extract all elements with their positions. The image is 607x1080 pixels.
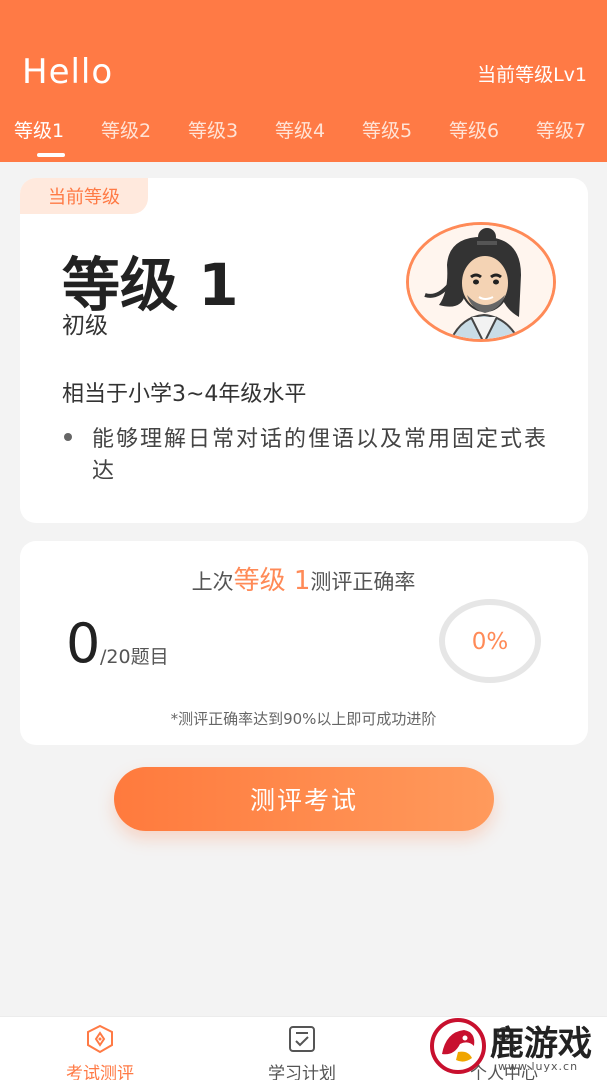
- greeting: Hello: [22, 52, 114, 92]
- last-suffix: 测评正确率: [310, 570, 416, 594]
- site-watermark: 鹿游戏 www.luyx.cn: [424, 1010, 607, 1080]
- tab-level-3[interactable]: 等级3: [188, 116, 238, 143]
- deer-logo-icon: [430, 1018, 486, 1074]
- tabbar-item-plan[interactable]: 学习计划: [242, 1017, 362, 1080]
- tabbar-item-exam[interactable]: 考试测评: [40, 1017, 160, 1080]
- level-tabs: 等级1 等级2 等级3 等级4 等级5 等级6 等级7: [0, 116, 607, 152]
- accuracy-ring: 0%: [438, 597, 542, 685]
- accuracy-text: 0%: [472, 629, 509, 655]
- last-result-heading: 上次等级 1测评正确率: [0, 560, 607, 597]
- current-level-label: 当前等级Lv1: [477, 64, 587, 86]
- tab-level-2[interactable]: 等级2: [101, 116, 151, 143]
- level-equivalent: 相当于小学3~4年级水平: [62, 382, 307, 407]
- tabbar-label-plan: 学习计划: [268, 1064, 336, 1080]
- level-description: 能够理解日常对话的俚语以及常用固定式表达: [92, 427, 549, 484]
- tab-level-6[interactable]: 等级6: [449, 116, 499, 143]
- tab-level-5[interactable]: 等级5: [362, 116, 412, 143]
- bullet-dot: [64, 433, 72, 441]
- plan-icon: [289, 1026, 315, 1052]
- exam-icon: [87, 1024, 113, 1054]
- active-tab-indicator: [37, 153, 65, 157]
- watermark-text: 鹿游戏: [490, 1024, 592, 1064]
- tab-level-7[interactable]: 等级7: [536, 116, 586, 143]
- tab-level-4[interactable]: 等级4: [275, 116, 325, 143]
- level-subtitle: 初级: [62, 313, 108, 339]
- tabbar-label-exam: 考试测评: [66, 1064, 134, 1080]
- watermark-url: www.luyx.cn: [498, 1060, 579, 1073]
- tab-level-1[interactable]: 等级1: [14, 116, 64, 143]
- score-value: 0: [66, 612, 101, 675]
- last-level-highlight: 等级 1: [233, 566, 311, 596]
- character-avatar: [406, 222, 556, 342]
- score-total: /20题目: [100, 646, 169, 668]
- last-prefix: 上次: [191, 570, 234, 594]
- current-level-badge: 当前等级: [20, 178, 148, 214]
- character-avatar-icon: [409, 225, 553, 339]
- advance-note: *测评正确率达到90%以上即可成功进阶: [170, 710, 437, 728]
- start-exam-button[interactable]: 测评考试: [114, 767, 494, 831]
